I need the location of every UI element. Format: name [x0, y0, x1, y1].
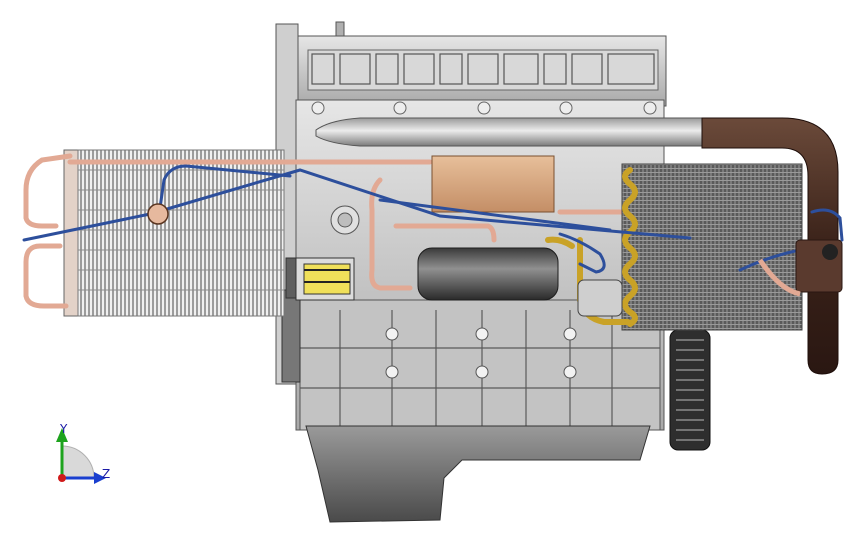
- cad-graphics-viewport[interactable]: [0, 0, 867, 544]
- right-condenser[interactable]: [621, 163, 803, 331]
- flywheel[interactable]: [669, 329, 711, 451]
- receiver-tank[interactable]: [431, 155, 555, 213]
- dryer-canister[interactable]: [577, 279, 623, 317]
- cylinder-head[interactable]: [297, 21, 667, 107]
- alternator[interactable]: [295, 257, 355, 301]
- intake-manifold-tube[interactable]: [315, 117, 711, 147]
- view-orientation-triad: Y Z: [40, 420, 130, 500]
- axis-y-label: Y: [60, 422, 68, 436]
- axis-z-label: Z: [102, 467, 111, 481]
- oil-pan[interactable]: [305, 425, 651, 523]
- left-radiator[interactable]: [63, 149, 285, 317]
- expansion-valve[interactable]: [147, 203, 169, 225]
- compressor-cylinder[interactable]: [417, 247, 559, 301]
- engine-assembly-model[interactable]: [0, 0, 867, 544]
